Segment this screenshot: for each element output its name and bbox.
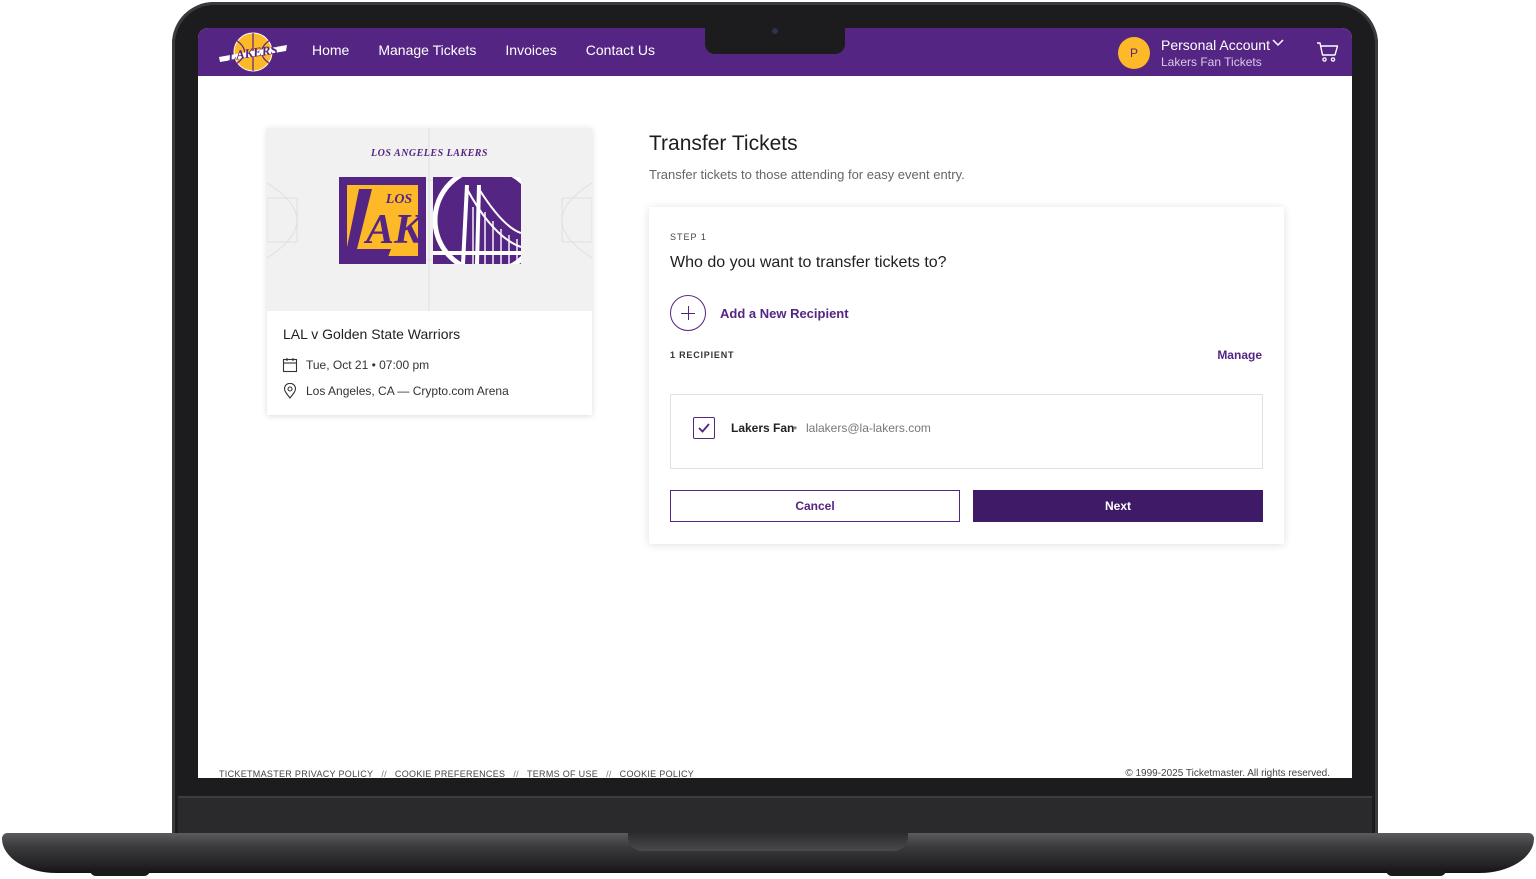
next-button[interactable]: Next [973,490,1263,522]
laptop-bezel [178,796,1372,834]
checkmark-icon [698,423,710,433]
laptop-foot [1386,870,1446,876]
event-date-row: Tue, Oct 21 • 07:00 pm [282,357,429,373]
footer-copyright: © 1999-2025 Ticketmaster. All rights res… [1125,768,1330,778]
event-artwork: LOS ANGELES LAKERS LOS AK [267,128,592,311]
lakers-team-logo: LOS AK [339,177,426,264]
nav-contact-us[interactable]: Contact Us [586,42,655,58]
event-name: LAL v Golden State Warriors [283,326,461,342]
recipient-email: lalakers@la-lakers.com [806,421,931,435]
footer-cookie-policy-link[interactable]: COOKIE POLICY [620,769,694,778]
separator-dot: • [793,421,798,435]
warriors-team-logo [433,177,521,264]
location-pin-icon [283,383,297,399]
svg-text:LOS: LOS [385,192,413,207]
nav-manage-tickets[interactable]: Manage Tickets [378,42,476,58]
plus-icon[interactable] [670,295,706,331]
laptop-base-notch [628,833,908,851]
step-label: STEP 1 [670,232,707,242]
nav-invoices[interactable]: Invoices [505,42,556,58]
footer-terms-link[interactable]: TERMS OF USE [527,769,598,778]
nav-links: Home Manage Tickets Invoices Contact Us [312,42,655,58]
recipient-count: 1 RECIPIENT [670,350,735,360]
page-subtitle: Transfer tickets to those attending for … [649,167,965,182]
cart-icon[interactable] [1316,40,1340,64]
event-card[interactable]: LOS ANGELES LAKERS LOS AK LAL v Golden S… [267,128,592,415]
add-recipient-label[interactable]: Add a New Recipient [720,306,849,321]
footer-privacy-link[interactable]: TICKETMASTER PRIVACY POLICY [219,769,373,778]
account-name: Personal Account [1161,37,1270,53]
cancel-button[interactable]: Cancel [670,490,960,522]
nav-home[interactable]: Home [312,42,349,58]
svg-text:AK: AK [363,207,425,253]
avatar: P [1118,37,1150,69]
transfer-panel: STEP 1 Who do you want to transfer ticke… [649,207,1284,544]
account-subtitle: Lakers Fan Tickets [1161,55,1262,69]
account-menu[interactable]: P Personal Account Lakers Fan Tickets [1118,36,1308,70]
footer-separator: // [606,769,612,778]
footer-links: TICKETMASTER PRIVACY POLICY // COOKIE PREF… [219,769,694,778]
screen: LAKERS Home Manage Tickets Invoices Cont… [198,28,1352,778]
step-question: Who do you want to transfer tickets to? [670,254,947,271]
chevron-down-icon[interactable] [1271,38,1285,48]
event-location-row: Los Angeles, CA — Crypto.com Arena [282,383,509,399]
camera-icon [772,28,778,34]
footer-cookie-preferences-link[interactable]: COOKIE PREFERENCES [395,769,505,778]
recipient-checkbox[interactable] [693,417,715,439]
laptop-foot [90,870,150,876]
recipient-name: Lakers Fan [731,421,795,435]
manage-link[interactable]: Manage [1217,348,1262,362]
camera-notch [705,28,845,54]
footer-separator: // [513,769,519,778]
page-title: Transfer Tickets [649,132,798,155]
recipient-list: Lakers Fan • lalakers@la-lakers.com [670,394,1263,469]
event-date: Tue, Oct 21 • 07:00 pm [306,358,430,372]
event-location: Los Angeles, CA — Crypto.com Arena [306,384,509,398]
footer-separator: // [381,769,387,778]
event-art-title: LOS ANGELES LAKERS [371,148,488,159]
lakers-logo[interactable]: LAKERS [216,30,290,74]
calendar-icon [282,358,298,373]
add-recipient-button[interactable]: Add a New Recipient [670,295,849,331]
